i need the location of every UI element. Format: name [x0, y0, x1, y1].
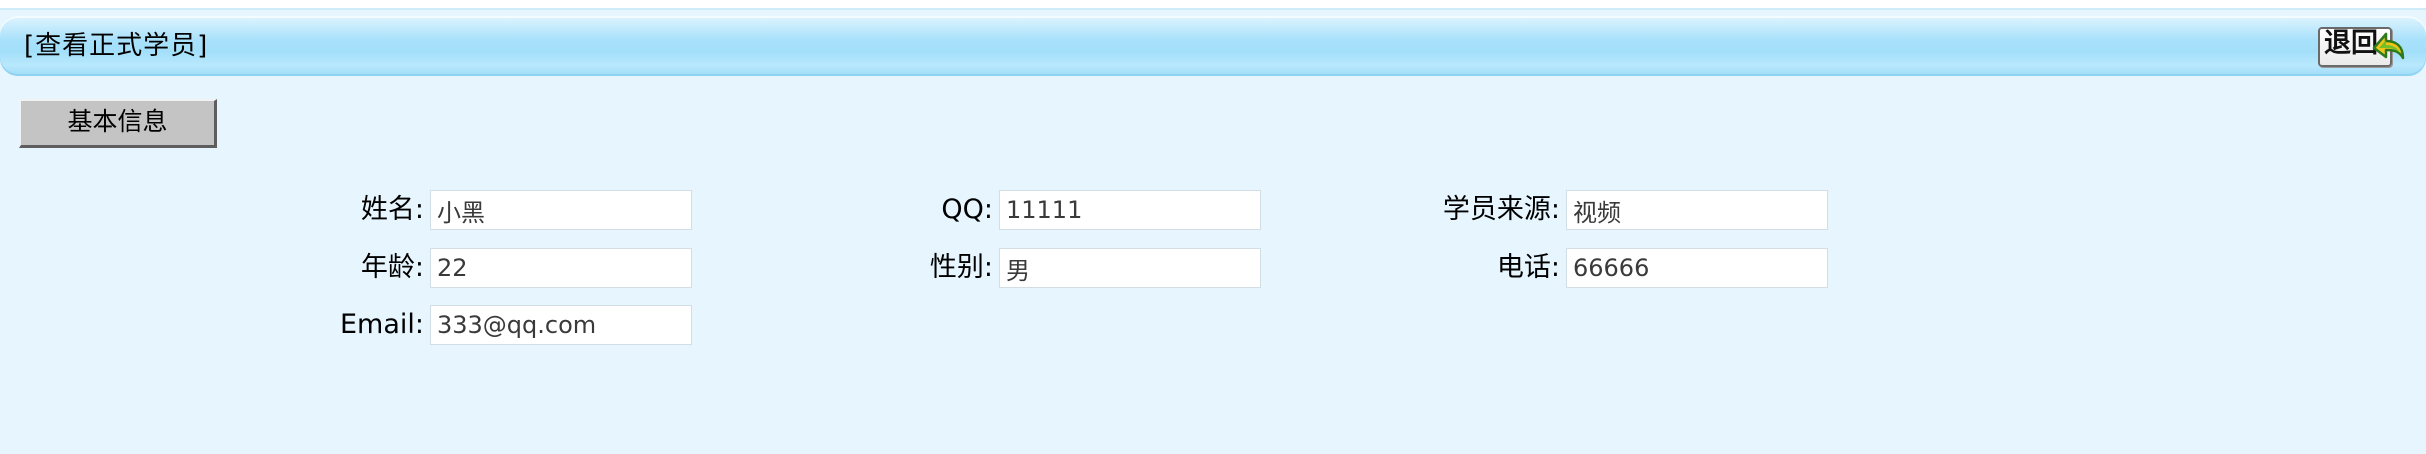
gender-label: 性别:: [929, 252, 993, 283]
return-arrow-icon: [2372, 32, 2405, 60]
qq-field[interactable]: [999, 190, 1261, 230]
tab-basic-info[interactable]: 基本信息: [19, 99, 217, 148]
page-title: [查看正式学员]: [24, 31, 209, 61]
age-field[interactable]: [430, 248, 692, 288]
phone-field[interactable]: [1566, 248, 1828, 288]
back-button[interactable]: 退回: [2318, 26, 2408, 67]
top-strip: [0, 0, 2426, 10]
source-label: 学员来源:: [1442, 194, 1560, 225]
email-label: Email:: [339, 309, 424, 340]
qq-label: QQ:: [941, 194, 993, 225]
name-label: 姓名:: [360, 194, 424, 225]
phone-label: 电话:: [1496, 252, 1560, 283]
gender-field[interactable]: [999, 248, 1261, 288]
name-field[interactable]: [430, 190, 692, 230]
age-label: 年龄:: [360, 252, 424, 283]
email-field[interactable]: [430, 305, 692, 345]
title-bar: [查看正式学员] 退回: [0, 16, 2426, 76]
source-field[interactable]: [1566, 190, 1828, 230]
